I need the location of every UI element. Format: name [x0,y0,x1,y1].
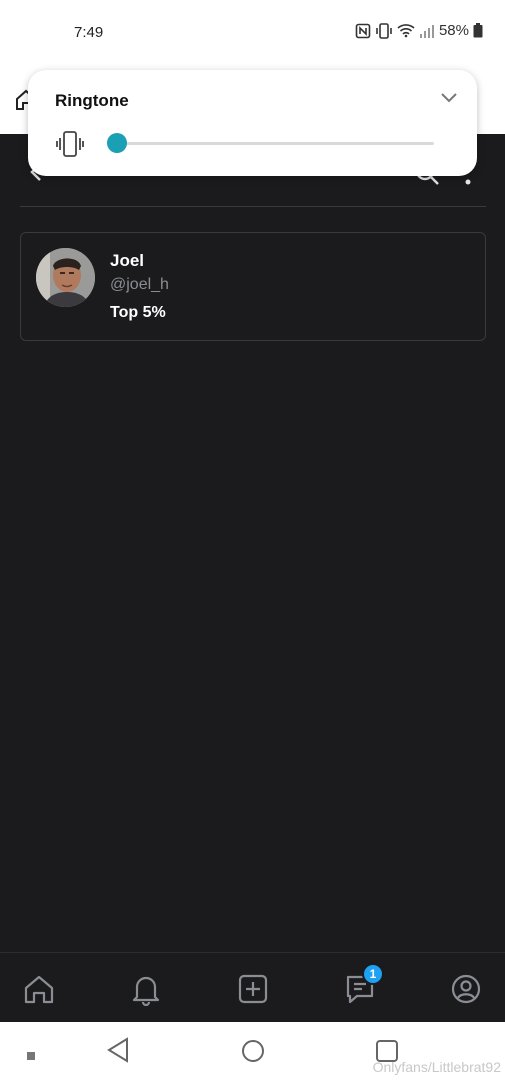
status-indicators: 58% [355,22,483,39]
home-icon[interactable] [21,971,57,1007]
status-bar: 7:49 58% [0,0,505,66]
battery-icon [473,23,483,38]
profile-icon[interactable] [448,971,484,1007]
volume-popup: Ringtone [28,70,477,176]
nfc-icon [355,23,371,39]
signal-icon [419,24,435,38]
user-card[interactable]: Joel @joel_h Top 5% [20,232,486,341]
dot-icon [27,1047,35,1065]
user-name[interactable]: Joel [110,251,144,271]
volume-popup-title: Ringtone [55,91,129,110]
bottom-nav [0,952,505,1022]
add-post-icon[interactable] [235,971,271,1007]
vibrate-mode-icon[interactable] [56,130,84,163]
status-time: 7:49 [74,24,104,41]
volume-slider-thumb[interactable] [107,133,127,153]
chevron-down-icon[interactable] [440,90,458,109]
vibrate-status-icon [375,22,393,39]
watermark: Onlyfans/Littlebrat92 [372,1059,501,1075]
battery-percent: 58% [438,22,469,39]
system-back-icon[interactable] [106,1037,130,1068]
user-handle: @joel_h [110,276,169,293]
user-rank-badge: Top 5% [110,304,166,321]
bell-icon[interactable] [128,971,164,1007]
divider [20,206,486,207]
wifi-icon [397,23,415,38]
avatar[interactable] [36,248,95,307]
system-home-icon[interactable] [241,1039,265,1068]
messages-badge: 1 [362,963,384,985]
volume-slider-track[interactable] [116,142,434,145]
